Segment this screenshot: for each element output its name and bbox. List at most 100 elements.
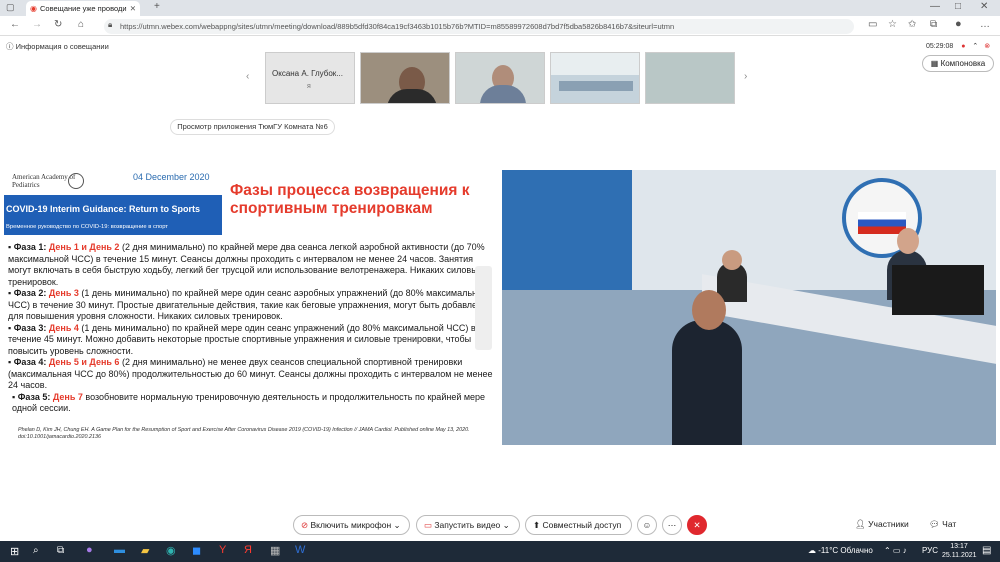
share-button[interactable]: ⬆ Совместный доступ — [525, 515, 632, 535]
mute-button[interactable]: ⊘ Включить микрофон ⌄ — [293, 515, 410, 535]
mail-icon[interactable]: ▬ — [114, 544, 125, 556]
phase-label: Фаза 4: — [13, 357, 47, 367]
room-table — [559, 81, 633, 91]
notifications-icon[interactable]: ▤ — [982, 545, 991, 556]
leave-icon[interactable]: ⊗ — [984, 43, 990, 50]
person-shape — [480, 85, 526, 103]
layout-icon: ▦ — [930, 59, 941, 68]
phase-item: ▪ Фаза 1: День 1 и День 2 (2 дня минимал… — [8, 242, 485, 287]
blue-banner — [502, 170, 632, 290]
url-field[interactable]: https://utmn.webex.com/webappng/sites/ut… — [104, 19, 854, 34]
close-window-icon[interactable]: ✕ — [980, 2, 988, 12]
home-icon[interactable]: ⌂ — [78, 20, 84, 30]
start-icon[interactable]: ⊞ — [10, 545, 19, 558]
participant-thumb[interactable]: Оксана А. Глубок... я — [265, 52, 355, 104]
smiley-icon: ☺ — [642, 520, 652, 530]
chat-button[interactable]: 💬︎ Чат — [929, 519, 956, 530]
video-thumb[interactable] — [550, 52, 640, 104]
calculator-icon[interactable]: ▦ — [270, 544, 280, 557]
video-label: Запустить видео — [434, 520, 501, 530]
slide-title: Фазы процесса возвращения к спортивным т… — [230, 182, 470, 217]
leave-button[interactable]: ✕ — [687, 515, 707, 535]
weather-widget[interactable]: ☁ -11°C Облачно — [808, 546, 873, 555]
thumbs-next-icon[interactable]: › — [744, 72, 747, 82]
more-options-button[interactable]: ⋯ — [662, 515, 682, 535]
mute-label: Включить микрофон — [310, 520, 392, 530]
minimize-icon[interactable]: — — [930, 2, 940, 12]
clock[interactable]: 13:17 25.11.2021 — [942, 542, 977, 560]
alice-icon[interactable]: ● — [86, 544, 93, 556]
meeting-info[interactable]: ⓘ Информация о совещании — [6, 41, 109, 52]
browser-tab[interactable]: ◉ Совещание уже проводи ✕ — [26, 1, 140, 16]
cloud-icon: ☁ — [808, 546, 819, 555]
share-label: Совместный доступ — [542, 520, 622, 530]
extensions-icon[interactable]: ⧉ — [930, 20, 937, 30]
person-shape — [692, 290, 726, 330]
maximize-icon[interactable]: □ — [955, 2, 961, 12]
camera-icon[interactable]: ▭ — [868, 20, 877, 30]
lock-icon: 🔒︎ — [108, 20, 113, 29]
favorite-icon[interactable]: ☆ — [888, 20, 897, 30]
meeting-timer: 05:29:08 ● ⌃ ⊗ — [926, 42, 990, 50]
yandex-browser-icon[interactable]: Я — [244, 544, 252, 556]
zoom-icon[interactable]: ◼ — [192, 544, 201, 557]
meeting-info-label: Информация о совещании — [15, 42, 109, 51]
video-button[interactable]: ▭ Запустить видео ⌄ — [416, 515, 520, 535]
more-icon[interactable]: … — [980, 20, 990, 30]
close-tab-icon[interactable]: ✕ — [130, 4, 136, 13]
clock-time: 13:17 — [950, 543, 968, 550]
layout-button[interactable]: ▦ Компоновка — [922, 55, 994, 72]
share-banner: Просмотр приложения ТюмГУ Комната №6 — [170, 119, 335, 135]
monitor-shape — [892, 265, 984, 315]
new-tab-icon[interactable]: + — [154, 2, 160, 12]
phase-text: (1 день минимально) по крайней мере один… — [8, 322, 476, 356]
collapse-icon[interactable]: ⌃ — [972, 43, 978, 50]
phase-days: День 3 — [48, 288, 79, 298]
edge-icon[interactable]: ◉ — [166, 544, 176, 557]
reload-icon[interactable]: ↻ — [54, 20, 62, 30]
profile-icon[interactable]: ● — [955, 19, 962, 30]
reactions-button[interactable]: ☺ — [637, 515, 657, 535]
yandex-icon[interactable]: Y — [219, 544, 226, 556]
slide-date: 04 December 2020 — [133, 172, 210, 182]
phase-days: День 5 и День 6 — [48, 357, 120, 367]
phase-label: Фаза 1: — [13, 242, 47, 252]
flag-shape — [858, 212, 906, 234]
chat-label: Чат — [942, 519, 957, 529]
phase-item: ▪ Фаза 2: День 3 (1 день минимально) по … — [8, 288, 489, 321]
phase-item: ▪ Фаза 4: День 5 и День 6 (2 дня минимал… — [8, 357, 493, 390]
chat-icon: 💬︎ — [929, 519, 943, 529]
task-view-icon[interactable]: ⧉ — [57, 545, 64, 556]
tray-icons[interactable]: ⌃ ▭ ♪ — [884, 546, 907, 555]
forward-icon[interactable]: → — [32, 20, 42, 30]
aap-seal-icon — [68, 173, 84, 189]
meeting-time: 05:29:08 — [926, 43, 954, 50]
folder-icon[interactable]: ▰ — [141, 544, 149, 557]
video-off-icon: ▭ — [424, 520, 435, 530]
back-icon[interactable]: ← — [10, 20, 20, 30]
video-thumb[interactable] — [455, 52, 545, 104]
thumbs-prev-icon[interactable]: ‹ — [246, 72, 249, 82]
slide-scrollbar[interactable] — [475, 266, 492, 350]
window-menu-icon[interactable]: ▢ — [6, 3, 15, 12]
room-wall — [551, 53, 639, 75]
language-indicator[interactable]: РУС — [922, 546, 938, 555]
weather-label: -11°C Облачно — [818, 546, 873, 555]
video-thumb[interactable] — [645, 52, 735, 104]
main-video — [502, 170, 996, 445]
participants-button[interactable]: 👤︎ Участники — [855, 519, 909, 530]
guidance-banner: COVID-19 Interim Guidance: Return to Spo… — [4, 195, 222, 235]
record-icon: ◉ — [30, 4, 37, 13]
phase-label: Фаза 3: — [13, 322, 47, 333]
more-icon: ⋯ — [667, 520, 677, 530]
clock-date: 25.11.2021 — [942, 552, 977, 559]
phase-item: ▪ Фаза 5: День 7 возобновите нормальную … — [12, 391, 486, 414]
video-thumb[interactable] — [360, 52, 450, 104]
favorites-bar-icon[interactable]: ✩ — [908, 20, 916, 30]
search-icon[interactable]: ⌕ — [33, 545, 39, 556]
person-icon: 👤︎ — [855, 519, 869, 529]
person-shape — [672, 320, 742, 445]
chevron-down-icon: ⌄ — [502, 520, 510, 530]
word-icon[interactable]: W — [295, 544, 305, 556]
chevron-down-icon: ⌄ — [393, 520, 401, 530]
